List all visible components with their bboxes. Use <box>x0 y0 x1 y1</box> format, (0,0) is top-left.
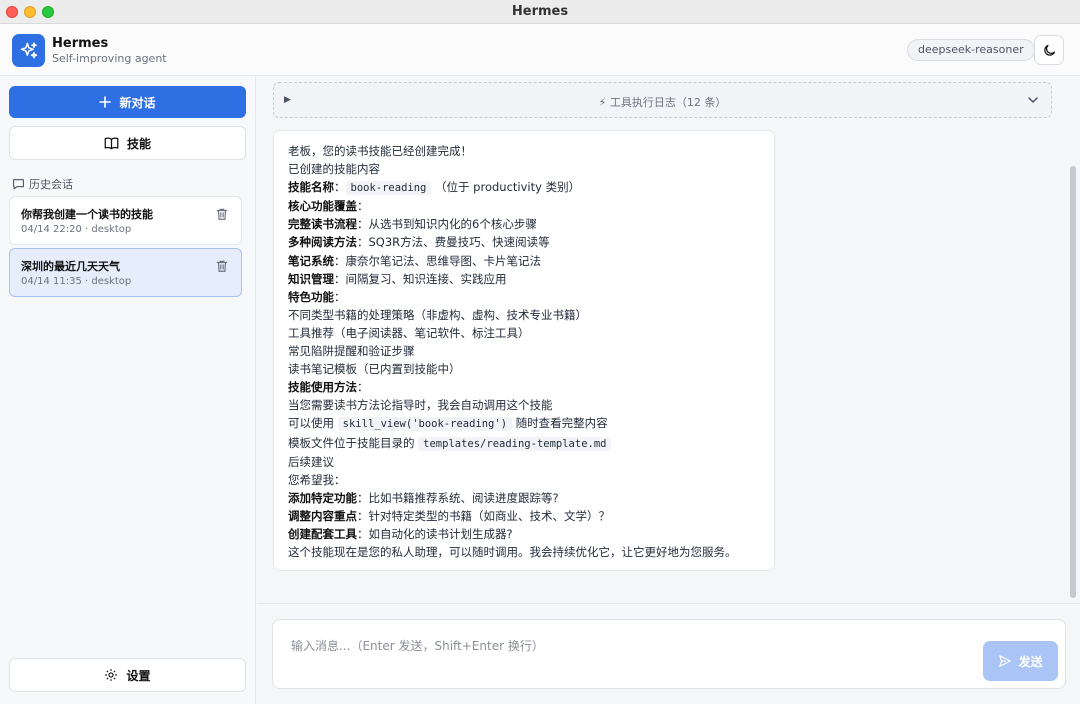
session-title: 深圳的最近几天天气 <box>21 260 120 273</box>
message-line: 这个技能现在是您的私人助理，可以随时调用。我会持续优化它，让它更好地为您服务。 <box>288 545 737 560</box>
plus-icon <box>99 96 112 108</box>
chat-bubble-icon <box>13 179 24 190</box>
message-line: 添加特定功能：比如书籍推荐系统、阅读进度跟踪等? <box>288 490 559 505</box>
message-line: 完整读书流程：从选书到知识内化的6个核心步骤 <box>288 217 537 232</box>
session-meta: 04/14 11:35 · desktop <box>21 276 132 287</box>
chat-scrollbar[interactable] <box>1070 166 1076 598</box>
message-line: 核心功能覆盖： <box>288 199 369 214</box>
sidebar: 新对话 技能 历史会话 你帮我创建一个读书的技能 04/14 22:20 · d… <box>0 76 256 704</box>
theme-toggle-button[interactable] <box>1034 35 1064 65</box>
message-line: 技能名称： book-reading （位于 productivity 类别） <box>288 180 581 196</box>
inline-code: skill_view('book-reading') <box>337 417 513 432</box>
model-badge[interactable]: deepseek-reasoner <box>907 39 1035 61</box>
session-item-active[interactable]: 深圳的最近几天天气 04/14 11:35 · desktop <box>9 248 242 297</box>
skills-label: 技能 <box>126 136 151 151</box>
moon-icon <box>1043 44 1055 56</box>
new-chat-button[interactable]: 新对话 <box>9 86 246 118</box>
message-line: 技能使用方法： <box>288 380 369 395</box>
message-line: 常见陷阱提醒和验证步骤 <box>288 344 415 359</box>
message-line: 您希望我： <box>288 472 346 487</box>
tool-log-panel[interactable]: ▶ ⚡ 工具执行日志（12 条） <box>273 82 1052 118</box>
new-chat-label: 新对话 <box>119 95 156 110</box>
gear-icon <box>105 669 118 681</box>
session-item[interactable]: 你帮我创建一个读书的技能 04/14 22:20 · desktop <box>9 196 242 245</box>
message-line: 当您需要读书方法论指导时，我会自动调用这个技能 <box>288 398 553 413</box>
settings-label: 设置 <box>126 668 151 683</box>
chat-main: ▶ ⚡ 工具执行日志（12 条） 老板，您的读书技能已经创建完成！ 已创建的技能… <box>257 76 1080 704</box>
composer-divider <box>257 603 1080 604</box>
sparkles-icon <box>20 41 37 58</box>
message-line: 读书笔记模板（已内置到技能中） <box>288 362 461 377</box>
message-line: 不同类型书籍的处理策略（非虚构、虚构、技术专业书籍） <box>288 307 587 322</box>
tool-log-label: ⚡ 工具执行日志（12 条） <box>598 96 727 109</box>
chevron-down-icon[interactable] <box>1027 94 1039 106</box>
app-header: Hermes Self-improving agent deepseek-rea… <box>0 24 1080 76</box>
send-label: 发送 <box>1018 654 1043 669</box>
book-open-icon <box>104 137 119 150</box>
minimize-window-button[interactable] <box>24 6 36 18</box>
history-label: 历史会话 <box>29 178 73 191</box>
window-controls <box>6 6 54 18</box>
message-line: 模板文件位于技能目录的 templates/reading-template.m… <box>288 434 760 453</box>
app-name: Hermes <box>52 36 109 51</box>
session-title: 你帮我创建一个读书的技能 <box>21 208 153 221</box>
assistant-message: 老板，您的读书技能已经创建完成！ 已创建的技能内容 技能名称： book-read… <box>273 130 775 571</box>
send-button[interactable]: 发送 <box>983 641 1058 681</box>
message-input[interactable] <box>273 620 973 688</box>
session-meta: 04/14 22:20 · desktop <box>21 224 132 235</box>
message-line: 特色功能： <box>288 289 346 304</box>
message-line: 后续建议 <box>288 454 334 469</box>
message-line: 笔记系统：康奈尔笔记法、思维导图、卡片笔记法 <box>288 253 541 268</box>
message-composer: 发送 <box>272 619 1066 689</box>
message-line: 已创建的技能内容 <box>288 162 380 177</box>
close-window-button[interactable] <box>6 6 18 18</box>
skills-button[interactable]: 技能 <box>9 126 246 160</box>
message-line: 可以使用 skill_view('book-reading') 随时查看完整内容 <box>288 416 608 432</box>
window-titlebar: Hermes <box>0 0 1080 24</box>
message-line: 多种阅读方法：SQ3R方法、费曼技巧、快速阅读等 <box>288 235 550 250</box>
message-line: 知识管理：间隔复习、知识连接、实践应用 <box>288 271 507 286</box>
inline-code: book-reading <box>345 181 432 196</box>
message-line: 创建配套工具：如自动化的读书计划生成器? <box>288 526 513 541</box>
message-line: 调整内容重点：针对特定类型的书籍（如商业、技术、文学）？ <box>288 508 610 523</box>
history-heading: 历史会话 <box>12 176 73 192</box>
app-subtitle: Self-improving agent <box>52 52 167 65</box>
window-title: Hermes <box>511 4 569 19</box>
settings-button[interactable]: 设置 <box>9 658 246 692</box>
message-line: 老板，您的读书技能已经创建完成！ <box>288 144 472 158</box>
maximize-window-button[interactable] <box>42 6 54 18</box>
trash-icon[interactable] <box>215 259 229 273</box>
app-logo <box>12 34 45 67</box>
inline-code: templates/reading-template.md <box>418 436 612 451</box>
trash-icon[interactable] <box>215 207 229 221</box>
send-icon <box>999 655 1012 667</box>
message-line: 工具推荐（电子阅读器、笔记软件、标注工具） <box>288 325 530 340</box>
